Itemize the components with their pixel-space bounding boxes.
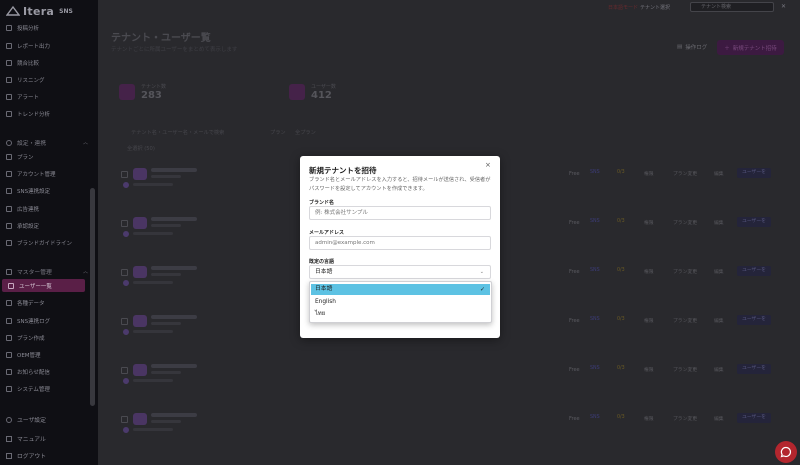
language-dropdown: 日本語 ✓ English ไทย [309,281,492,323]
language-option-en[interactable]: English [311,297,490,308]
brand-label: ブランド名 [309,200,335,206]
email-label: メールアドレス [309,230,345,236]
email-input[interactable] [309,236,491,250]
close-icon[interactable]: × [485,161,491,169]
language-label: 既定の言語 [309,259,335,265]
modal-description: ブランド名とメールアドレスを入力すると、招待メールが送信され、受信者がパスワード… [309,177,491,192]
language-option-ja[interactable]: 日本語 ✓ [311,284,490,295]
language-select[interactable]: 日本語 ⌄ [309,265,491,279]
brand-name-input[interactable] [309,206,491,220]
check-icon: ✓ [479,286,485,293]
modal-title: 新規テナントを招待 [309,166,377,175]
language-option-th[interactable]: ไทย [311,309,490,320]
chevron-down-icon: ⌄ [479,269,484,275]
